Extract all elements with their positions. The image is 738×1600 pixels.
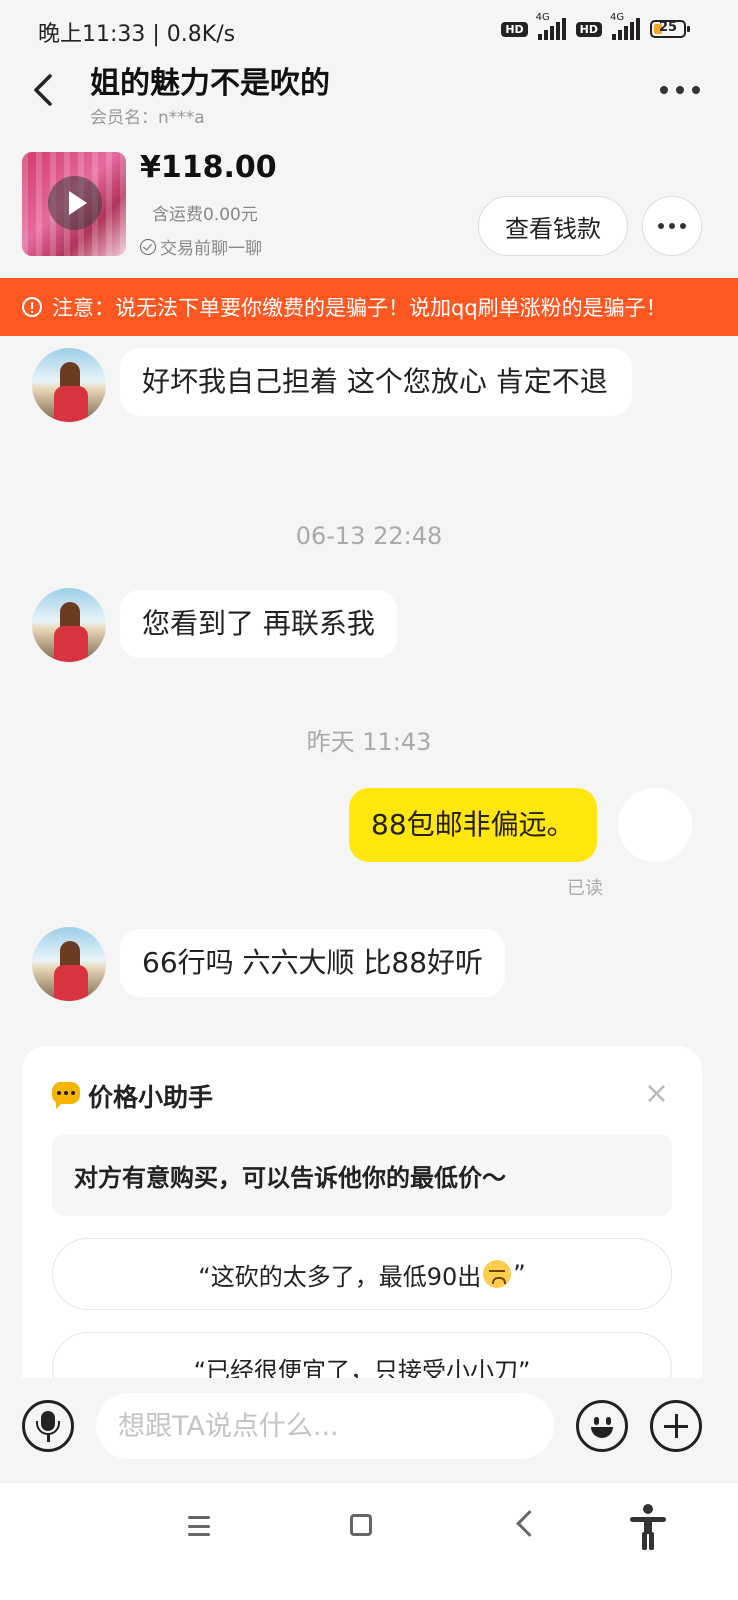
price-helper-tip: 对方有意购买，可以告诉他你的最低价～ xyxy=(52,1134,672,1216)
warning-banner: 注意：说无法下单要你缴费的是骗子！说加qq刷单涨粉的是骗子！ xyxy=(0,278,738,336)
product-more-button[interactable] xyxy=(642,196,702,256)
home-icon[interactable] xyxy=(350,1514,372,1536)
warning-text: 注意：说无法下单要你缴费的是骗子！说加qq刷单涨粉的是骗子！ xyxy=(52,296,667,320)
menu-icon[interactable] xyxy=(188,1516,210,1536)
check-circle-icon xyxy=(140,238,156,255)
chat-before-trade-label: 交易前聊一聊 xyxy=(160,239,262,259)
emoji-icon[interactable] xyxy=(576,1400,628,1452)
product-thumbnail[interactable] xyxy=(22,152,126,256)
microphone-icon[interactable] xyxy=(22,1400,74,1452)
seller-avatar[interactable] xyxy=(32,348,106,422)
close-icon[interactable]: × xyxy=(644,1079,669,1109)
view-payment-button[interactable]: 查看钱款 xyxy=(478,196,628,256)
message-input[interactable] xyxy=(96,1393,554,1459)
my-message-bubble: 88包邮非偏远。 xyxy=(349,788,597,862)
read-status: 已读 xyxy=(567,878,603,899)
timestamp: 昨天 11:43 xyxy=(306,728,432,756)
message-bubble: 66行吗 六六大顺 比88好听 xyxy=(120,929,506,997)
battery-icon: 25 xyxy=(650,20,690,38)
status-icons: HD 4G HD 4G 25 xyxy=(501,12,690,40)
battery-level: 25 xyxy=(658,20,678,35)
status-time: 晚上11:33 | 0.8K/s xyxy=(38,22,236,47)
sad-face-icon xyxy=(483,1260,512,1288)
accessibility-icon[interactable] xyxy=(630,1504,666,1550)
message-bubble: 您看到了 再联系我 xyxy=(120,590,397,658)
timestamp: 06-13 22:48 xyxy=(295,522,443,550)
shipping-fee: 含运费0.00元 xyxy=(152,205,258,225)
hd-badge: HD xyxy=(501,21,528,37)
signal-icon-2: 4G xyxy=(610,12,640,40)
signal-icon: 4G xyxy=(536,12,566,40)
price-helper-title: 价格小助手 xyxy=(88,1083,214,1112)
suggestion-button[interactable]: “这砍的太多了，最低90出 ” xyxy=(52,1238,672,1310)
warning-icon xyxy=(22,297,42,317)
message-bubble: 好坏我自己担着 这个您放心 肯定不退 xyxy=(120,348,632,416)
more-options-button[interactable] xyxy=(656,80,704,100)
seller-avatar[interactable] xyxy=(32,927,106,1001)
page-title: 姐的魅力不是吹的 xyxy=(90,66,330,101)
member-name: 会员名：n***a xyxy=(90,108,205,128)
chevron-left-icon xyxy=(34,74,52,106)
chat-before-trade: 交易前聊一聊 xyxy=(140,234,262,259)
chat-bubble-icon xyxy=(52,1082,80,1109)
play-icon xyxy=(48,176,102,230)
seller-avatar[interactable] xyxy=(32,588,106,662)
my-avatar[interactable] xyxy=(618,788,692,862)
product-price: ¥118.00 xyxy=(140,150,277,185)
hd-badge-2: HD xyxy=(575,21,602,37)
back-button[interactable] xyxy=(26,66,66,114)
plus-icon[interactable] xyxy=(650,1400,702,1452)
price-helper-panel: 价格小助手 × 对方有意购买，可以告诉他你的最低价～ “这砍的太多了，最低90出… xyxy=(22,1046,702,1406)
system-nav-bar xyxy=(0,1482,738,1600)
